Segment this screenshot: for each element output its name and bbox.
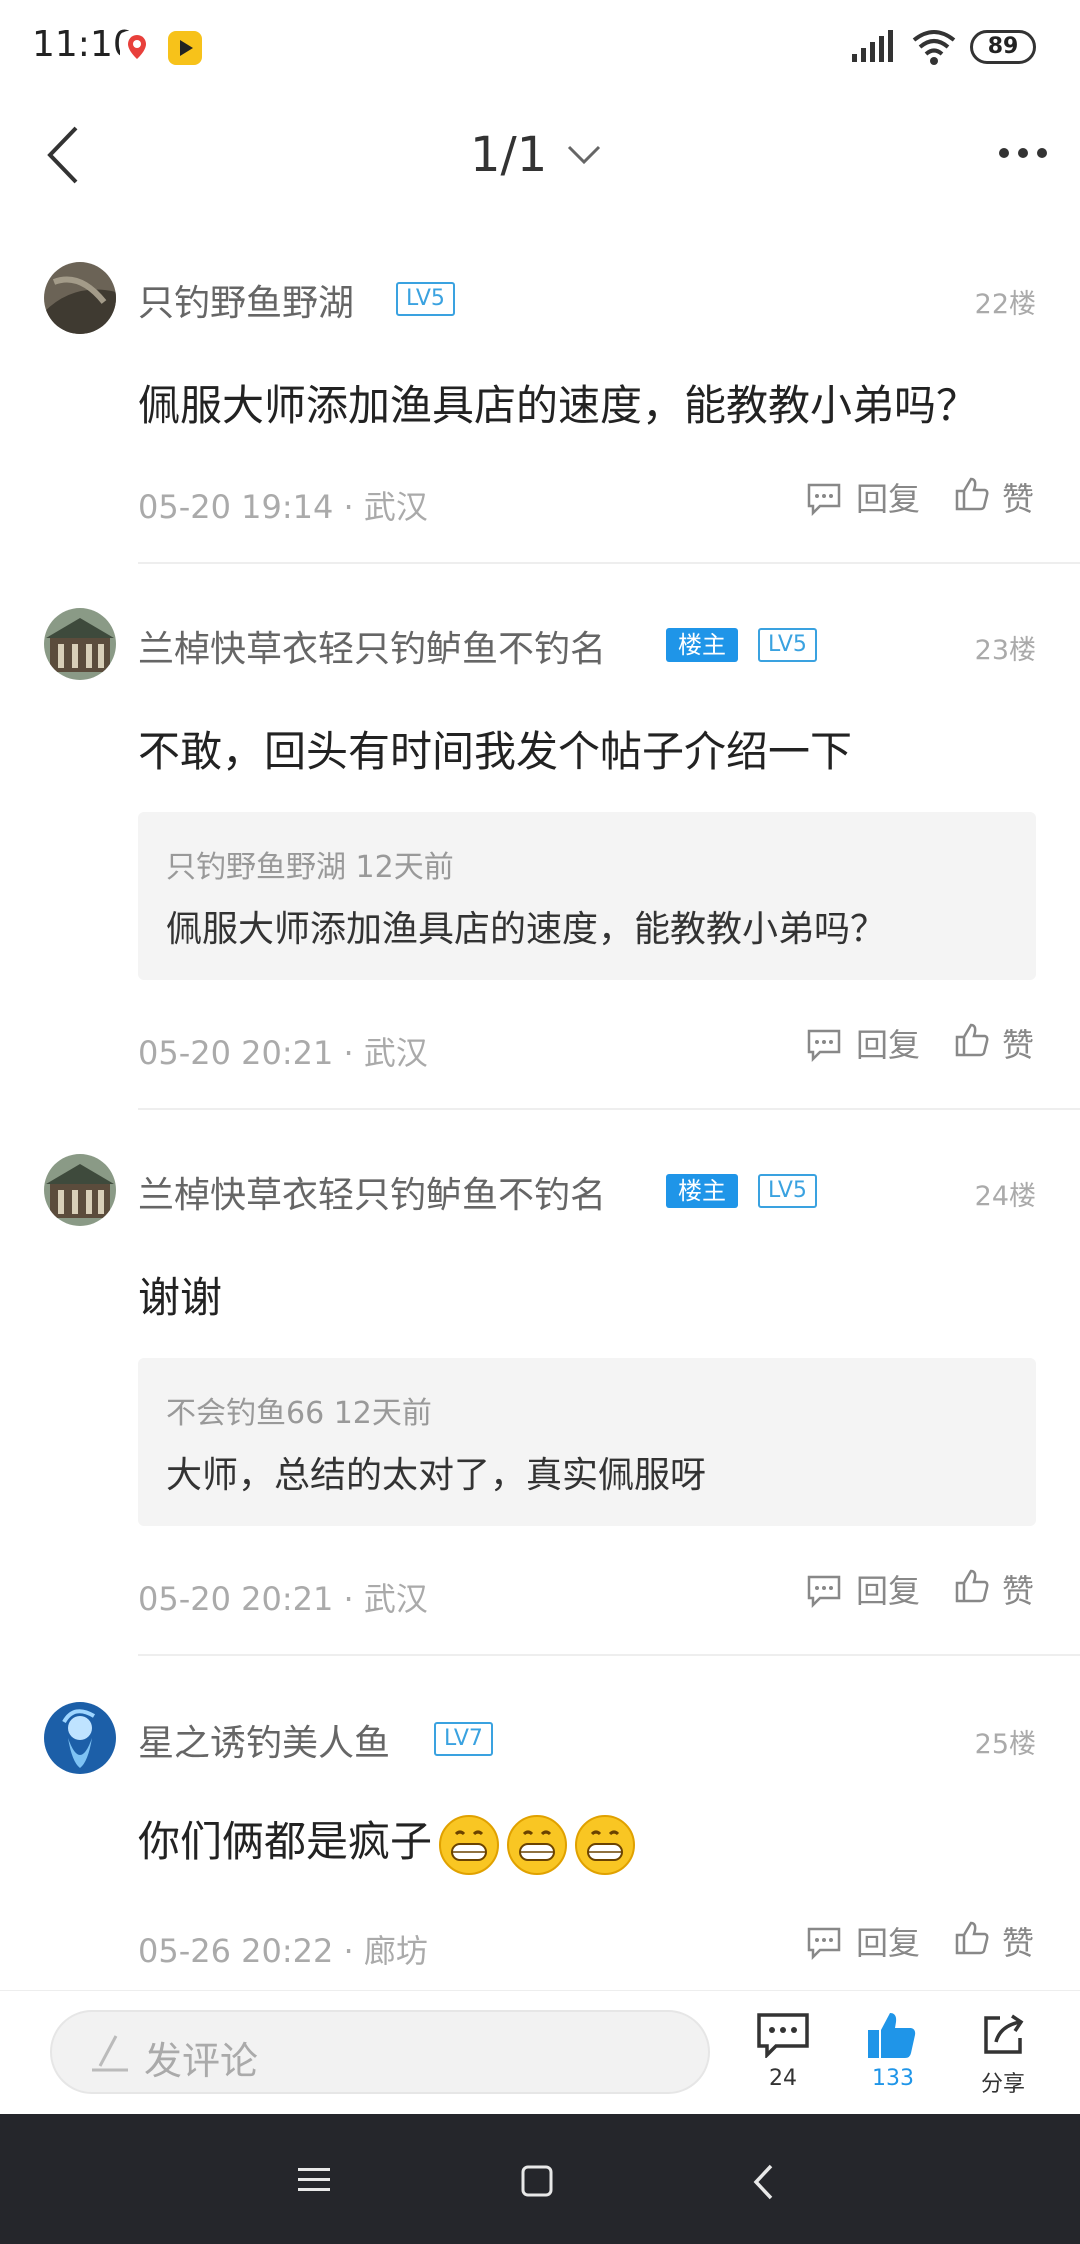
video-app-icon <box>168 31 202 65</box>
signal-icon <box>852 30 896 64</box>
divider <box>138 1654 1080 1656</box>
reply-button[interactable]: 回复 <box>856 1020 920 1066</box>
grinning-emoji-icon <box>439 1814 500 1875</box>
thumbs-up-icon[interactable] <box>954 1920 990 1956</box>
comment-meta: 05-20 20:21 · 武汉 <box>138 1034 428 1072</box>
comment-text[interactable]: 谢谢 <box>138 1264 222 1325</box>
reply-icon[interactable] <box>806 482 842 516</box>
menu-icon[interactable] <box>298 2166 330 2194</box>
level-badge: LV7 <box>434 1722 493 1756</box>
battery-icon: 89 <box>970 30 1036 64</box>
page-indicator-text: 1/1 <box>470 127 548 183</box>
floor-number: 25楼 <box>974 1729 1036 1760</box>
quoted-reply[interactable]: 只钓野鱼野湖 12天前 佩服大师添加渔具店的速度，能教教小弟吗？ <box>138 812 1036 980</box>
floor-number: 22楼 <box>974 289 1036 320</box>
username[interactable]: 只钓野鱼野湖 <box>138 274 354 326</box>
like-button[interactable]: 赞 <box>1002 1020 1034 1066</box>
thumbs-up-icon[interactable] <box>954 1568 990 1604</box>
owner-badge: 楼主 <box>666 1174 738 1208</box>
wifi-icon <box>910 28 958 66</box>
divider <box>138 562 1080 564</box>
comment-input-placeholder: 发评论 <box>144 2039 259 2083</box>
divider <box>138 1108 1080 1110</box>
floor-number: 23楼 <box>974 635 1036 666</box>
grinning-emoji-icon <box>575 1814 636 1875</box>
comment-text-row[interactable]: 你们俩都是疯子 <box>138 1808 636 1876</box>
username[interactable]: 兰棹快草衣轻只钓鲈鱼不钓名 <box>138 620 606 672</box>
level-badge: LV5 <box>758 628 817 662</box>
thumbs-up-icon[interactable] <box>954 476 990 512</box>
level-badge: LV5 <box>396 282 455 316</box>
avatar[interactable] <box>44 1702 116 1774</box>
back-arrow-icon[interactable] <box>40 120 90 190</box>
quote-meta: 不会钓鱼66 12天前 <box>166 1396 432 1431</box>
share-icon[interactable] <box>980 2012 1026 2058</box>
comments-count: 24 <box>769 2066 797 2091</box>
reply-button[interactable]: 回复 <box>856 474 920 520</box>
comment-text[interactable]: 不敢，回头有时间我发个帖子介绍一下 <box>138 718 852 779</box>
nav-back-icon[interactable] <box>752 2164 774 2200</box>
reply-button[interactable]: 回复 <box>856 1918 920 1964</box>
username[interactable]: 星之诱钓美人鱼 <box>138 1714 390 1766</box>
owner-badge: 楼主 <box>666 628 738 662</box>
page-selector[interactable]: 1/1 <box>470 120 601 190</box>
thumbs-up-filled-icon[interactable] <box>866 2010 918 2060</box>
like-button[interactable]: 赞 <box>1002 1566 1034 1612</box>
like-button[interactable]: 赞 <box>1002 1918 1034 1964</box>
username[interactable]: 兰棹快草衣轻只钓鲈鱼不钓名 <box>138 1166 606 1218</box>
quote-meta: 只钓野鱼野湖 12天前 <box>166 850 454 885</box>
grinning-emoji-icon <box>507 1814 568 1875</box>
quote-text: 大师，总结的太对了，真实佩服呀 <box>166 1455 707 1496</box>
quoted-reply[interactable]: 不会钓鱼66 12天前 大师，总结的太对了，真实佩服呀 <box>138 1358 1036 1526</box>
avatar[interactable] <box>44 1154 116 1226</box>
comment-meta: 05-26 20:22 · 廊坊 <box>138 1932 428 1970</box>
pencil-icon <box>90 2030 130 2074</box>
avatar[interactable] <box>44 262 116 334</box>
chevron-down-icon <box>568 145 601 165</box>
thumbs-up-icon[interactable] <box>954 1022 990 1058</box>
floor-number: 24楼 <box>974 1181 1036 1212</box>
reply-button[interactable]: 回复 <box>856 1566 920 1612</box>
level-badge: LV5 <box>758 1174 817 1208</box>
quote-text: 佩服大师添加渔具店的速度，能教教小弟吗？ <box>166 909 887 950</box>
comment-text: 你们俩都是疯子 <box>138 1817 433 1866</box>
likes-count: 133 <box>872 2066 914 2091</box>
comment-text[interactable]: 佩服大师添加渔具店的速度，能教教小弟吗？ <box>138 372 978 433</box>
share-button[interactable]: 分享 <box>960 2066 1046 2098</box>
like-button[interactable]: 赞 <box>1002 474 1034 520</box>
map-pin-app-icon <box>120 31 154 65</box>
avatar[interactable] <box>44 608 116 680</box>
reply-icon[interactable] <box>806 1574 842 1608</box>
reply-icon[interactable] <box>806 1028 842 1062</box>
reply-icon[interactable] <box>806 1926 842 1960</box>
home-icon[interactable] <box>521 2165 553 2197</box>
comments-icon[interactable] <box>756 2012 810 2060</box>
more-options-icon[interactable] <box>998 143 1048 163</box>
comment-meta: 05-20 19:14 · 武汉 <box>138 488 428 526</box>
comment-meta: 05-20 20:21 · 武汉 <box>138 1580 428 1618</box>
